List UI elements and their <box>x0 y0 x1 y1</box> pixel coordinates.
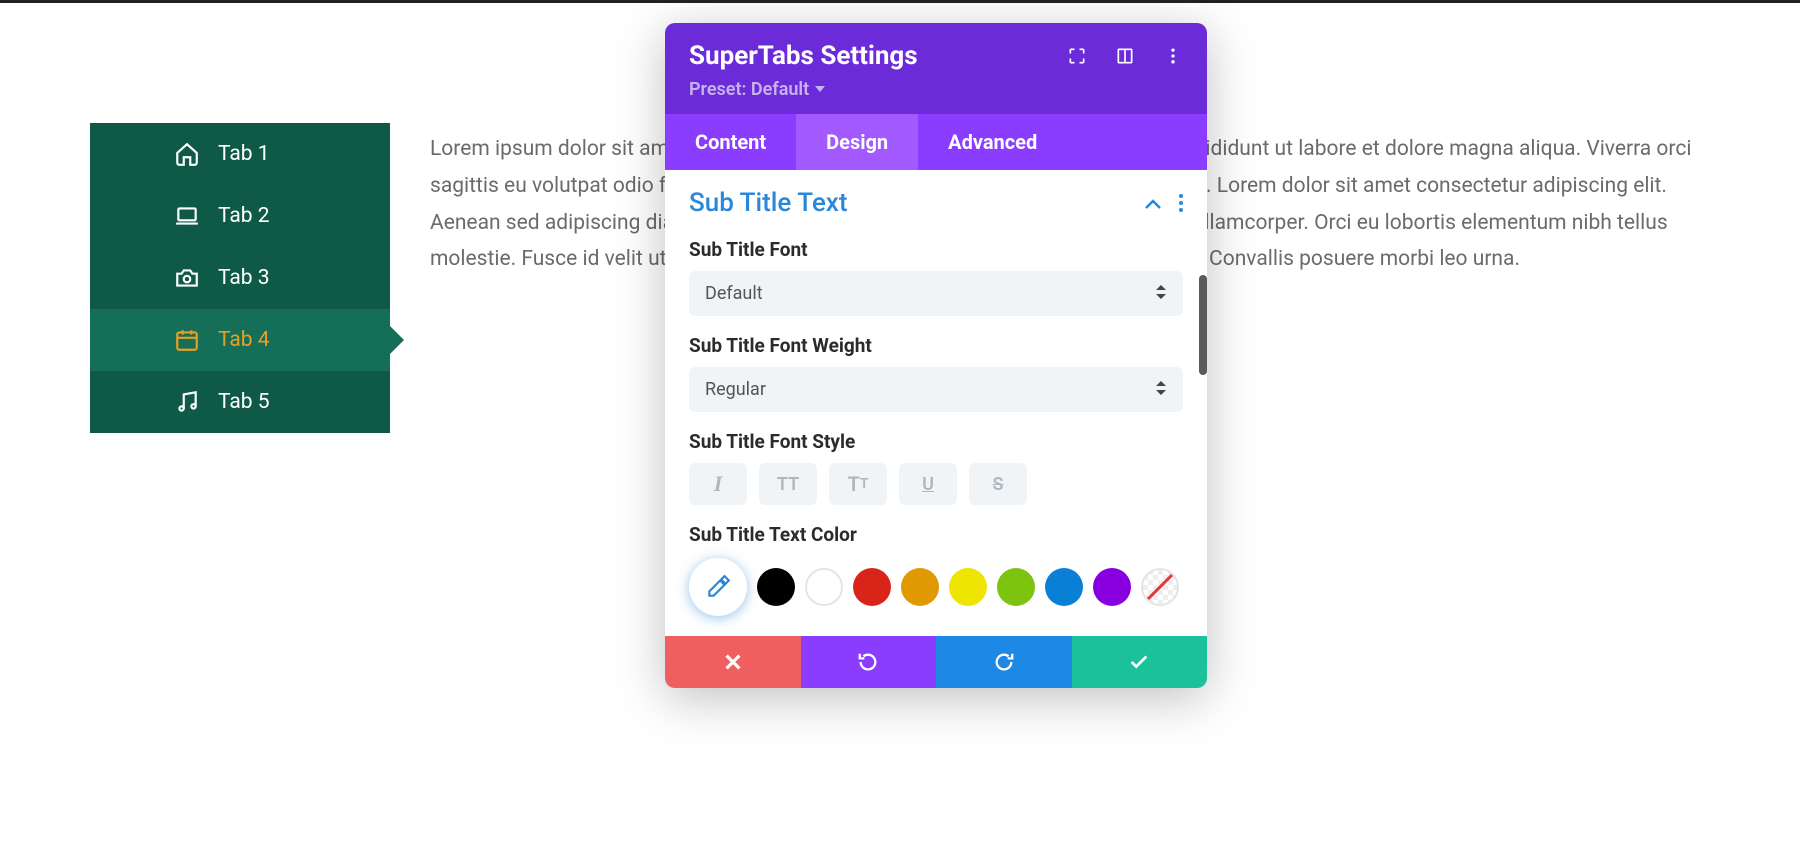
italic-button[interactable]: I <box>689 463 747 505</box>
tab-advanced[interactable]: Advanced <box>918 114 1067 170</box>
tab-item-1[interactable]: Tab 1 <box>90 123 390 185</box>
laptop-icon <box>174 203 200 229</box>
tab-label: Tab 4 <box>218 328 270 352</box>
weight-select[interactable]: Regular <box>689 367 1183 412</box>
vertical-tabs: Tab 1 Tab 2 Tab 3 Tab 4 Tab 5 <box>90 123 390 433</box>
tab-item-3[interactable]: Tab 3 <box>90 247 390 309</box>
preset-label: Preset: Default <box>689 79 809 100</box>
layout-icon[interactable] <box>1115 46 1135 66</box>
swatch-black[interactable] <box>757 568 795 606</box>
swatch-purple[interactable] <box>1093 568 1131 606</box>
swatch-blue[interactable] <box>1045 568 1083 606</box>
tab-item-2[interactable]: Tab 2 <box>90 185 390 247</box>
music-icon <box>174 389 200 415</box>
swatch-red[interactable] <box>853 568 891 606</box>
font-value: Default <box>705 283 763 304</box>
panel-header: SuperTabs Settings Preset: Default <box>665 23 1207 114</box>
expand-icon[interactable] <box>1067 46 1087 66</box>
panel-title: SuperTabs Settings <box>689 41 918 71</box>
swatch-yellow[interactable] <box>949 568 987 606</box>
style-label: Sub Title Font Style <box>689 430 1183 453</box>
section-title[interactable]: Sub Title Text <box>689 188 848 218</box>
tab-label: Tab 2 <box>218 204 270 228</box>
panel-body: Sub Title Text Sub Title Font Default Su… <box>665 170 1207 636</box>
tab-item-4[interactable]: Tab 4 <box>90 309 390 371</box>
camera-icon <box>174 265 200 291</box>
eyedropper-button[interactable] <box>689 558 747 616</box>
tab-content[interactable]: Content <box>665 114 796 170</box>
preset-dropdown[interactable]: Preset: Default <box>689 79 825 100</box>
tab-label: Tab 3 <box>218 266 270 290</box>
updown-icon <box>1155 283 1167 304</box>
cancel-button[interactable] <box>665 636 801 688</box>
color-label: Sub Title Text Color <box>689 523 1183 546</box>
strikethrough-button[interactable]: S <box>969 463 1027 505</box>
home-icon <box>174 141 200 167</box>
redo-button[interactable] <box>936 636 1072 688</box>
tab-item-5[interactable]: Tab 5 <box>90 371 390 433</box>
swatch-white[interactable] <box>805 568 843 606</box>
underline-button[interactable]: U <box>899 463 957 505</box>
collapse-icon[interactable] <box>1145 193 1161 214</box>
tab-label: Tab 5 <box>218 390 270 414</box>
tab-label: Tab 1 <box>218 142 270 166</box>
weight-value: Regular <box>705 379 766 400</box>
swatch-transparent[interactable] <box>1141 568 1179 606</box>
undo-button[interactable] <box>801 636 937 688</box>
panel-tabs: Content Design Advanced <box>665 114 1207 170</box>
save-button[interactable] <box>1072 636 1208 688</box>
font-select[interactable]: Default <box>689 271 1183 316</box>
scrollbar-thumb[interactable] <box>1199 275 1207 375</box>
calendar-icon <box>174 327 200 353</box>
weight-label: Sub Title Font Weight <box>689 334 1183 357</box>
titlecase-button[interactable]: TT <box>829 463 887 505</box>
more-icon[interactable] <box>1163 46 1183 66</box>
swatch-green[interactable] <box>997 568 1035 606</box>
swatch-orange[interactable] <box>901 568 939 606</box>
uppercase-button[interactable]: TT <box>759 463 817 505</box>
panel-footer <box>665 636 1207 688</box>
tab-design[interactable]: Design <box>796 114 918 170</box>
settings-panel: SuperTabs Settings Preset: Default Conte… <box>665 23 1207 688</box>
font-label: Sub Title Font <box>689 238 1183 261</box>
updown-icon <box>1155 379 1167 400</box>
section-more-icon[interactable] <box>1179 194 1183 212</box>
